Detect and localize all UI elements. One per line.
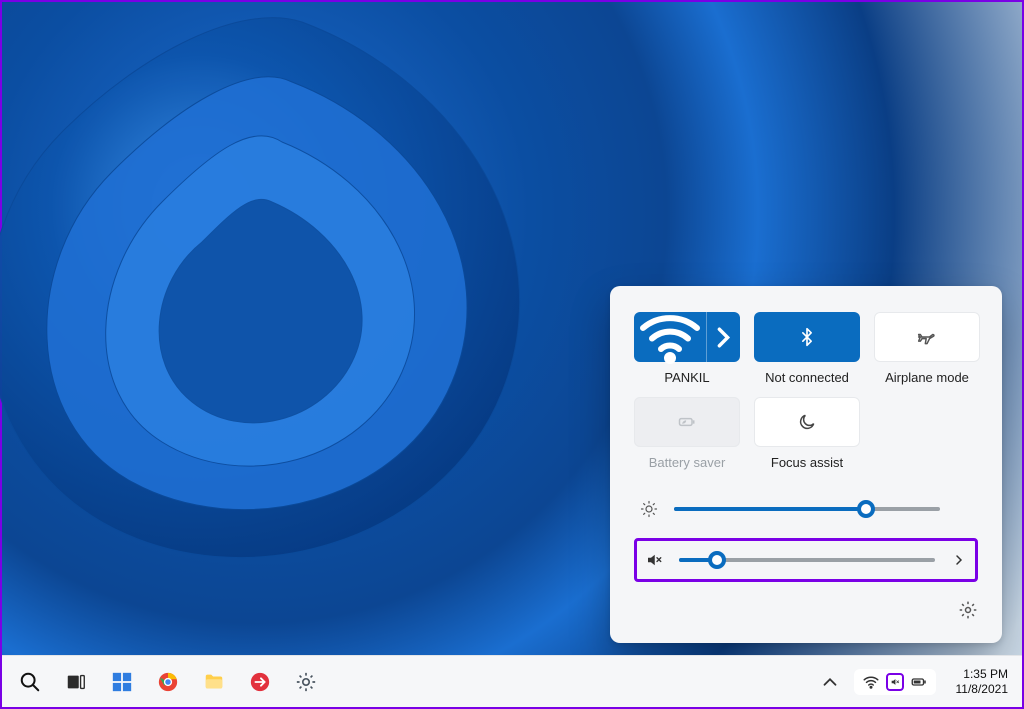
airplane-button[interactable] — [874, 312, 980, 362]
brightness-icon — [640, 500, 658, 518]
quick-settings-grid: PANKIL Not connected Airplane mode — [634, 312, 978, 470]
bluetooth-button[interactable] — [754, 312, 860, 362]
system-tray[interactable] — [854, 669, 936, 695]
brightness-slider-thumb[interactable] — [857, 500, 875, 518]
wifi-button[interactable] — [634, 312, 740, 362]
focus-assist-tile: Focus assist — [754, 397, 860, 470]
pinned-app-button[interactable] — [246, 668, 274, 696]
tray-battery-icon — [910, 673, 928, 691]
taskbar-clock[interactable]: 1:35 PM 11/8/2021 — [956, 667, 1009, 697]
chrome-button[interactable] — [154, 668, 182, 696]
gear-icon — [958, 600, 978, 620]
settings-app-button[interactable] — [292, 668, 320, 696]
task-view-button[interactable] — [62, 668, 90, 696]
file-explorer-button[interactable] — [200, 668, 228, 696]
volume-slider-thumb[interactable] — [708, 551, 726, 569]
focus-assist-button[interactable] — [754, 397, 860, 447]
tray-wifi-icon — [862, 673, 880, 691]
search-icon — [19, 671, 41, 693]
volume-slider-row — [634, 538, 978, 582]
bluetooth-label: Not connected — [765, 370, 849, 385]
clock-time: 1:35 PM — [956, 667, 1009, 682]
taskbar-left — [10, 668, 320, 696]
moon-icon — [797, 412, 817, 432]
volume-output-button[interactable] — [949, 552, 969, 568]
airplane-icon — [917, 327, 937, 347]
chevron-up-icon — [819, 671, 841, 693]
volume-muted-icon — [645, 551, 663, 569]
volume-slider[interactable] — [679, 558, 935, 562]
bluetooth-tile: Not connected — [754, 312, 860, 385]
gear-icon — [295, 671, 317, 693]
clock-date: 11/8/2021 — [956, 682, 1009, 697]
quick-settings-flyout: PANKIL Not connected Airplane mode — [610, 286, 1002, 643]
airplane-label: Airplane mode — [885, 370, 969, 385]
chevron-right-icon — [951, 552, 967, 568]
search-button[interactable] — [16, 668, 44, 696]
focus-assist-label: Focus assist — [771, 455, 843, 470]
wifi-icon — [634, 301, 706, 373]
widgets-icon — [111, 671, 133, 693]
brightness-slider[interactable] — [674, 507, 940, 511]
battery-saver-button — [634, 397, 740, 447]
battery-saver-icon — [677, 412, 697, 432]
battery-saver-tile: Battery saver — [634, 397, 740, 470]
taskbar: 1:35 PM 11/8/2021 — [2, 655, 1022, 707]
chevron-right-icon — [707, 321, 740, 354]
airplane-tile: Airplane mode — [874, 312, 980, 385]
battery-saver-label: Battery saver — [649, 455, 726, 470]
widgets-button[interactable] — [108, 668, 136, 696]
brightness-slider-row — [634, 494, 978, 524]
tray-overflow-button[interactable] — [816, 668, 844, 696]
wifi-expand-button[interactable] — [706, 312, 740, 362]
bluetooth-icon — [797, 327, 817, 347]
chrome-icon — [157, 671, 179, 693]
wallpaper-bloom — [0, 0, 662, 682]
settings-button[interactable] — [958, 600, 978, 625]
wifi-label: PANKIL — [664, 370, 709, 385]
taskbar-right: 1:35 PM 11/8/2021 — [816, 667, 1015, 697]
red-app-icon — [249, 671, 271, 693]
wifi-tile: PANKIL — [634, 312, 740, 385]
task-view-icon — [65, 671, 87, 693]
folder-icon — [203, 671, 225, 693]
flyout-footer — [634, 600, 978, 625]
tray-volume-icon — [886, 673, 904, 691]
